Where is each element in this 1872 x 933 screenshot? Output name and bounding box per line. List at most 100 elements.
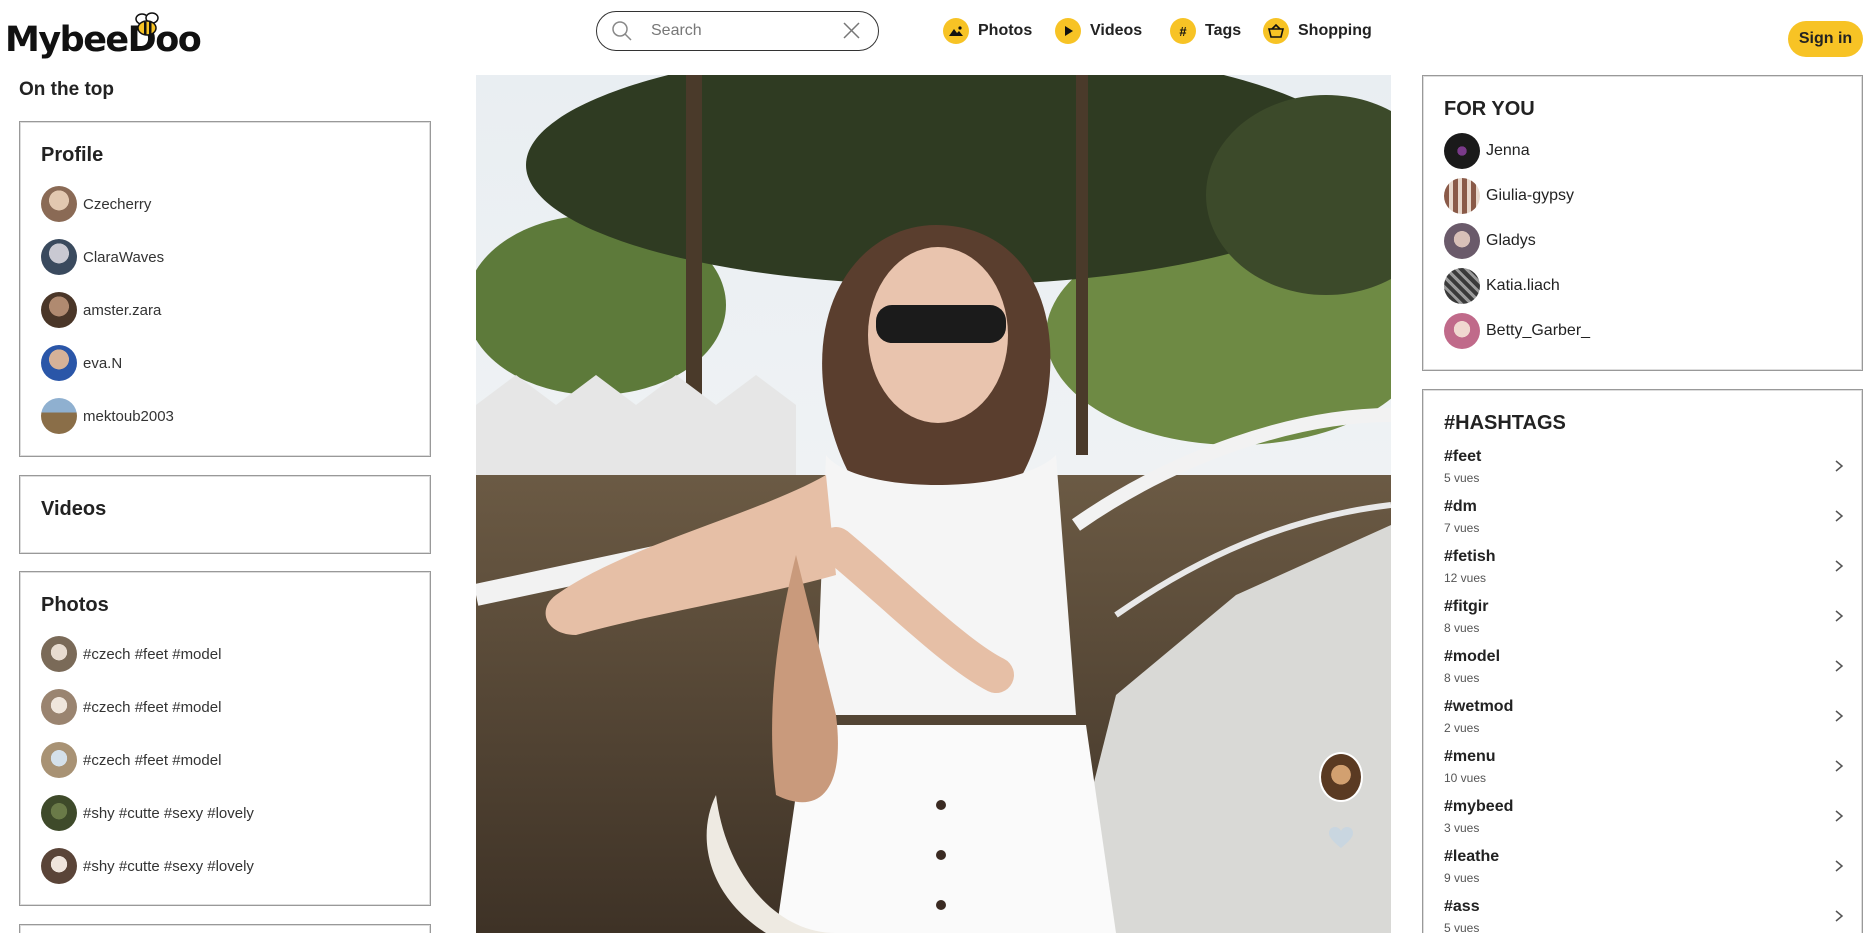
photos-card: Photos #czech #feet #model #czech #feet …	[19, 571, 431, 906]
creator-avatar-thumb[interactable]	[1319, 752, 1363, 802]
top-header: MybeeDoo Photos Videos # T	[0, 0, 1872, 72]
heart-icon[interactable]	[1328, 826, 1354, 850]
profile-item[interactable]: mektoub2003	[41, 398, 174, 434]
avatar	[41, 292, 77, 328]
profile-item[interactable]: Czecherry	[41, 186, 151, 222]
search-box[interactable]	[596, 11, 879, 51]
hashtag-item[interactable]: #wetmod 2 vues	[1444, 698, 1844, 748]
nav-photos[interactable]: Photos	[943, 18, 1032, 44]
photo-item-label: #shy #cutte #sexy #lovely	[83, 857, 254, 875]
photo-item-label: #shy #cutte #sexy #lovely	[83, 804, 254, 822]
suggested-user-label: Katia.liach	[1486, 277, 1560, 294]
hashtag-views: 7 vues	[1444, 521, 1480, 535]
photo-item[interactable]: #shy #cutte #sexy #lovely	[41, 848, 254, 884]
nav-shopping[interactable]: Shopping	[1263, 18, 1372, 44]
chevron-right-icon	[1835, 810, 1844, 822]
nav-videos[interactable]: Videos	[1055, 18, 1142, 44]
profile-item-label: amster.zara	[83, 301, 162, 319]
hashtag-item[interactable]: #menu 10 vues	[1444, 748, 1844, 798]
hashtag-name: #feet	[1444, 448, 1482, 465]
photo-item-label: #czech #feet #model	[83, 645, 222, 663]
hashtag-name: #ass	[1444, 898, 1480, 915]
nav-shopping-label: Shopping	[1298, 22, 1372, 39]
nav-tags[interactable]: # Tags	[1170, 18, 1241, 44]
chevron-right-icon	[1835, 560, 1844, 572]
chevron-right-icon	[1835, 860, 1844, 872]
chevron-right-icon	[1835, 510, 1844, 522]
suggested-user-label: Gladys	[1486, 232, 1536, 249]
photo-item[interactable]: #shy #cutte #sexy #lovely	[41, 795, 254, 831]
bee-icon	[135, 12, 159, 36]
suggested-user-label: Jenna	[1486, 142, 1530, 159]
hashtag-name: #model	[1444, 648, 1501, 665]
hashtag-item[interactable]: #mybeed 3 vues	[1444, 798, 1844, 848]
nav-tags-label: Tags	[1205, 22, 1242, 39]
profile-item-label: ClaraWaves	[83, 248, 165, 266]
avatar	[41, 742, 77, 778]
suggested-user[interactable]: Katia.liach	[1444, 268, 1560, 304]
clear-search-icon[interactable]	[843, 22, 860, 39]
hashtag-name: #leathe	[1444, 848, 1500, 865]
avatar	[41, 795, 77, 831]
hashtags-title: #HASHTAGS	[1444, 412, 1566, 434]
hashtag-item[interactable]: #ass 5 vues	[1444, 898, 1844, 933]
hashtag-views: 8 vues	[1444, 671, 1480, 685]
sign-in-button[interactable]: Sign in	[1788, 21, 1863, 57]
avatar	[1444, 133, 1480, 169]
play-icon	[1055, 18, 1081, 44]
videos-card: Videos	[19, 475, 431, 554]
hashtag-views: 2 vues	[1444, 721, 1480, 735]
photos-card-title: Photos	[41, 594, 109, 616]
suggested-user[interactable]: Betty_Garber_	[1444, 313, 1590, 349]
profile-card: Profile Czecherry ClaraWaves amster.zara…	[19, 121, 431, 457]
hashtag-item[interactable]: #dm 7 vues	[1444, 498, 1844, 548]
hashtag-views: 5 vues	[1444, 471, 1480, 485]
hashtag-item[interactable]: #feet 5 vues	[1444, 448, 1844, 498]
for-you-title: FOR YOU	[1444, 98, 1535, 120]
suggested-user[interactable]: Jenna	[1444, 133, 1530, 169]
photo-item-label: #czech #feet #model	[83, 751, 222, 769]
profile-item[interactable]: amster.zara	[41, 292, 161, 328]
photo-item[interactable]: #czech #feet #model	[41, 636, 221, 672]
avatar	[1444, 313, 1480, 349]
suggested-user-label: Giulia-gypsy	[1486, 187, 1575, 204]
hashtag-item[interactable]: #fetish 12 vues	[1444, 548, 1844, 598]
site-logo[interactable]: MybeeDoo	[5, 10, 202, 62]
avatar	[1444, 223, 1480, 259]
nav-photos-label: Photos	[978, 22, 1033, 39]
profile-item[interactable]: eva.N	[41, 345, 122, 381]
hashtag-name: #fetish	[1444, 548, 1496, 565]
photo-item[interactable]: #czech #feet #model	[41, 742, 221, 778]
photo-item[interactable]: #czech #feet #model	[41, 689, 221, 725]
hashtag-item[interactable]: #leathe 9 vues	[1444, 848, 1844, 898]
on-the-top-heading: On the top	[19, 79, 114, 100]
basket-icon	[1263, 18, 1289, 44]
avatar	[41, 848, 77, 884]
avatar	[1444, 268, 1480, 304]
hashtags-card: #HASHTAGS #feet 5 vues #dm 7 vues #fetis…	[1422, 389, 1863, 933]
nav-videos-label: Videos	[1090, 22, 1143, 39]
hashtag-views: 3 vues	[1444, 821, 1480, 835]
hashtag-name: #menu	[1444, 748, 1496, 765]
hashtag-item[interactable]: #model 8 vues	[1444, 648, 1844, 698]
avatar	[41, 398, 77, 434]
photo-item-label: #czech #feet #model	[83, 698, 222, 716]
logo-text: MybeeDoo	[5, 20, 202, 60]
main-photo[interactable]	[476, 75, 1391, 933]
avatar	[41, 239, 77, 275]
hashtag-views: 12 vues	[1444, 571, 1487, 585]
search-input[interactable]	[651, 22, 831, 40]
hash-icon: #	[1170, 18, 1196, 44]
profile-item-label: Czecherry	[83, 195, 152, 213]
profile-item[interactable]: ClaraWaves	[41, 239, 164, 275]
avatar	[1444, 178, 1480, 214]
chevron-right-icon	[1835, 660, 1844, 672]
suggested-user[interactable]: Gladys	[1444, 223, 1536, 259]
search-icon	[612, 21, 632, 41]
avatar	[41, 186, 77, 222]
hashtag-views: 9 vues	[1444, 871, 1480, 885]
photos-icon	[943, 18, 969, 44]
suggested-user[interactable]: Giulia-gypsy	[1444, 178, 1574, 214]
hashtag-name: #wetmod	[1444, 698, 1514, 715]
hashtag-item[interactable]: #fitgir 8 vues	[1444, 598, 1844, 648]
